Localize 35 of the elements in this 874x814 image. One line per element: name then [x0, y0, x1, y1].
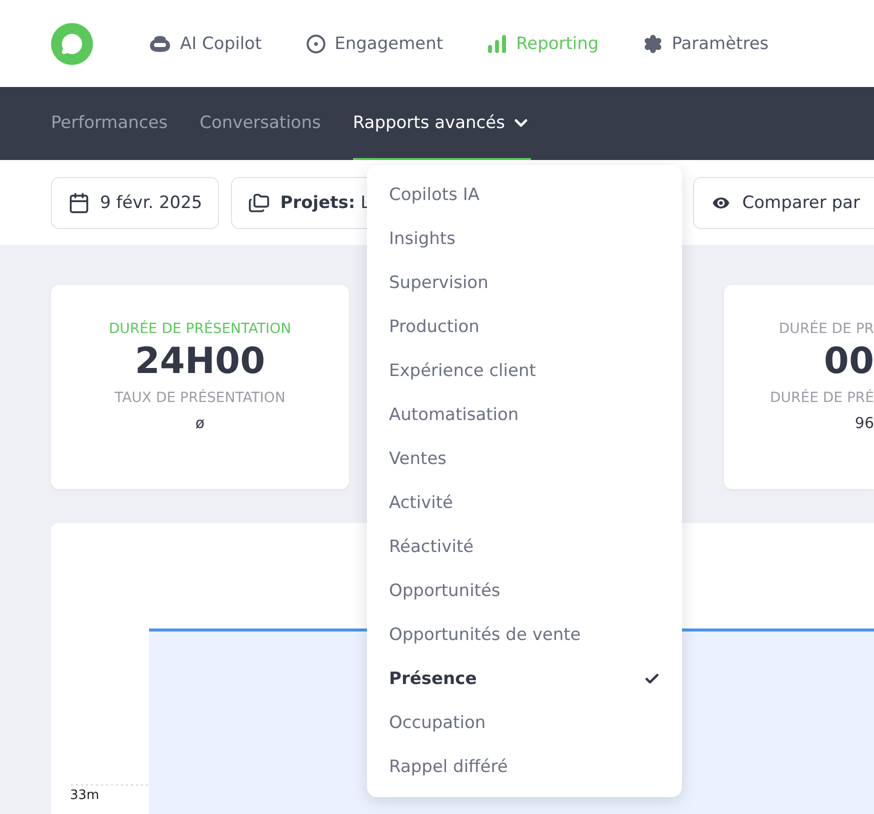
card-value: 24H00 [134, 341, 266, 382]
compare-button[interactable]: Comparer par [693, 176, 874, 228]
menu-item[interactable]: Insights [367, 217, 682, 261]
bar-chart-icon [487, 34, 508, 54]
card-subvalue: ø [195, 414, 205, 432]
menu-item[interactable]: Réactivité [367, 525, 682, 569]
menu-item[interactable]: Rappel différé [367, 745, 682, 789]
card-value: 00 [824, 341, 874, 382]
card-subtitle: DURÉE DE PRÉ [770, 390, 874, 406]
menu-item[interactable]: Présence [367, 657, 682, 701]
menu-item[interactable]: Activité [367, 481, 682, 525]
menu-item[interactable]: Occupation [367, 701, 682, 745]
menu-item[interactable]: Opportunités [367, 569, 682, 613]
card-title: DURÉE DE PRÉSENTATION [108, 321, 292, 337]
nav-link[interactable]: Engagement [306, 34, 444, 54]
axis-tick-label: 33m [69, 788, 100, 803]
card-title: DURÉE DE PR [778, 321, 874, 337]
date-button[interactable]: 9 févr. 2025 [51, 176, 220, 228]
menu-item[interactable]: Production [367, 305, 682, 349]
app-logo[interactable] [51, 22, 93, 64]
target-icon [306, 34, 326, 54]
menu-item[interactable]: Copilots IA [367, 173, 682, 217]
calendar-icon [68, 192, 90, 214]
sub-nav-tab[interactable]: Conversations [200, 87, 321, 160]
card-subtitle: TAUX DE PRÉSENTATION [114, 390, 286, 406]
card-subvalue: 96 [854, 414, 874, 432]
sub-nav-tab[interactable]: Performances [51, 87, 168, 160]
menu-item[interactable]: Supervision [367, 261, 682, 305]
menu-item[interactable]: Opportunités de vente [367, 613, 682, 657]
folders-icon [248, 192, 270, 214]
nav-link[interactable]: Paramètres [642, 34, 769, 54]
nav-link[interactable]: AI Copilot [149, 34, 262, 54]
menu-item[interactable]: Ventes [367, 437, 682, 481]
menu-item[interactable]: Automatisation [367, 393, 682, 437]
menu-item[interactable]: Expérience client [367, 349, 682, 393]
